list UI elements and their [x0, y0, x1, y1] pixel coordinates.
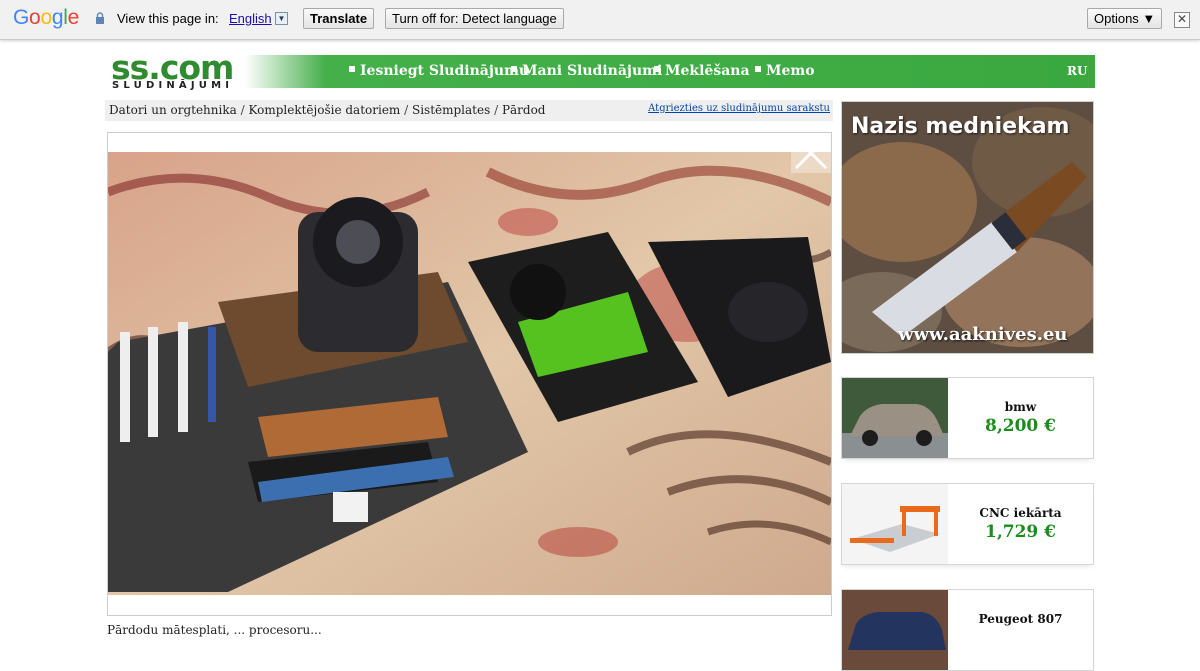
breadcrumb-item[interactable]: Komplektējošie datoriem — [248, 103, 400, 117]
promo-card[interactable]: bmw 8,200 € — [841, 377, 1094, 459]
translate-prompt: View this page in: — [117, 11, 219, 26]
listing-description: Pārdodu mātesplati, ... procesoru... — [107, 623, 322, 637]
back-to-list-link[interactable]: Atgriezties uz sludinājumu sarakstu — [648, 103, 830, 114]
google-logo: Google — [13, 6, 79, 29]
nav-search[interactable]: Meklēšana — [654, 63, 750, 79]
lock-icon — [96, 12, 104, 24]
close-photo-icon[interactable] — [791, 133, 831, 173]
nav-memo[interactable]: Memo — [755, 63, 815, 79]
cnc-machine-photo-icon — [842, 484, 948, 564]
turn-off-button[interactable]: Turn off for: Detect language — [385, 8, 564, 29]
listing-photo[interactable] — [108, 152, 831, 595]
nav-submit-ad[interactable]: Iesniegt Sludinājumu — [349, 63, 529, 79]
card-price: 8,200 € — [985, 416, 1056, 436]
bullet-icon — [511, 66, 517, 72]
breadcrumb-item[interactable]: Sistēmplates — [412, 103, 490, 117]
card-title: Peugeot 807 — [978, 612, 1063, 626]
main-nav: Iesniegt Sludinājumu Mani Sludinājumi Me… — [245, 55, 1095, 88]
close-icon[interactable]: ✕ — [1174, 12, 1190, 28]
nav-my-ads[interactable]: Mani Sludinājumi — [511, 63, 662, 79]
breadcrumb: Datori un orgtehnika / Komplektējošie da… — [105, 100, 833, 121]
knife-ad-image — [842, 102, 1093, 353]
breadcrumb-item[interactable]: Pārdod — [502, 103, 546, 117]
promo-card[interactable]: Peugeot 807 — [841, 589, 1094, 671]
card-price: 1,729 € — [985, 522, 1056, 542]
language-select[interactable]: English — [229, 11, 272, 26]
promo-card[interactable]: CNC iekārta 1,729 € — [841, 483, 1094, 565]
chevron-down-icon[interactable]: ▼ — [275, 12, 288, 25]
car-photo-icon — [842, 378, 948, 458]
knives-ad-banner[interactable]: Nazis medniekam www.aaknives.eu — [841, 101, 1094, 354]
bullet-icon — [349, 66, 355, 72]
language-switch-ru[interactable]: RU — [1067, 64, 1087, 78]
card-title: bmw — [1004, 400, 1037, 414]
card-title: CNC iekārta — [979, 506, 1062, 520]
ad-title: Nazis medniekam — [851, 114, 1070, 139]
translate-button[interactable]: Translate — [303, 8, 375, 29]
site-logo-subtitle: SLUDINĀJUMI — [112, 80, 234, 91]
bullet-icon — [755, 66, 761, 72]
car-photo-icon — [842, 590, 948, 670]
ad-url: www.aaknives.eu — [898, 324, 1068, 345]
translate-bar: Google View this page in: English ▼ Tran… — [0, 0, 1200, 40]
bullet-icon — [654, 66, 660, 72]
listing-photo-viewer — [107, 132, 832, 616]
breadcrumb-item[interactable]: Datori un orgtehnika — [109, 103, 237, 117]
options-button[interactable]: Options ▼ — [1087, 8, 1163, 29]
